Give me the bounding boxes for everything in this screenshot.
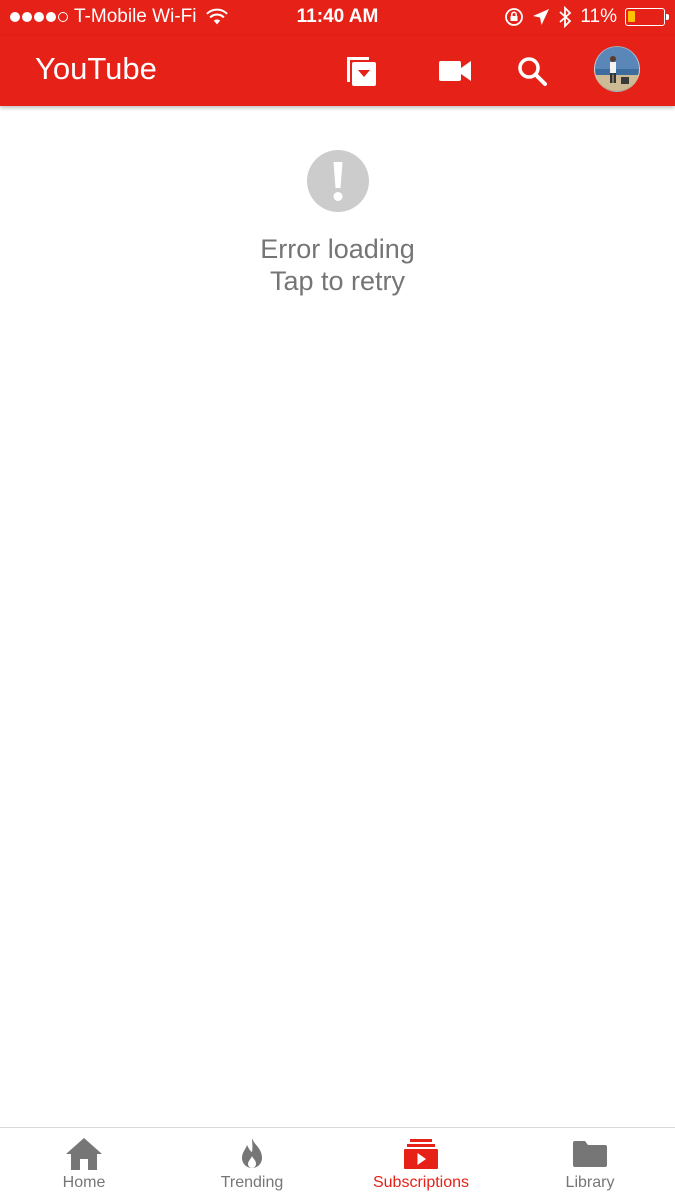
location-icon — [533, 9, 550, 25]
home-icon — [66, 1138, 102, 1170]
search-button[interactable] — [509, 48, 555, 94]
upload-video-button[interactable] — [432, 48, 478, 94]
nav-library-label: Library — [565, 1174, 615, 1191]
flame-icon — [242, 1138, 262, 1168]
bottom-navigation: Home Trending Subscriptions Library — [0, 1127, 675, 1200]
nav-subscriptions[interactable]: Subscriptions — [337, 1128, 505, 1200]
nav-trending[interactable]: Trending — [168, 1128, 336, 1200]
error-message: Error loading — [260, 234, 415, 264]
nav-home[interactable]: Home — [0, 1128, 168, 1200]
nav-library[interactable]: Library — [506, 1128, 674, 1200]
cast-button[interactable] — [338, 48, 384, 94]
video-camera-icon — [439, 61, 471, 81]
retry-hint[interactable]: Tap to retry — [0, 265, 675, 297]
nav-home-label: Home — [62, 1174, 106, 1191]
battery-icon — [625, 8, 669, 26]
bluetooth-icon — [559, 6, 572, 28]
battery-percent: 11% — [580, 6, 617, 27]
rotation-lock-icon — [505, 8, 524, 26]
status-bar: T-Mobile Wi-Fi 11:40 AM 11% — [0, 0, 675, 36]
folder-icon — [573, 1141, 607, 1167]
app-bar: YouTube — [0, 36, 675, 106]
nav-trending-label: Trending — [220, 1174, 284, 1191]
nav-subscriptions-label: Subscriptions — [372, 1174, 470, 1191]
avatar[interactable] — [594, 46, 640, 92]
cast-icon — [347, 57, 376, 86]
status-right: 11% — [504, 6, 669, 28]
error-exclamation-icon — [306, 150, 369, 212]
error-retry-area[interactable]: Error loading Tap to retry — [0, 150, 675, 297]
subscriptions-icon — [404, 1139, 438, 1169]
search-icon — [518, 57, 547, 86]
avatar-photo — [595, 47, 639, 91]
app-title: YouTube — [35, 51, 157, 86]
